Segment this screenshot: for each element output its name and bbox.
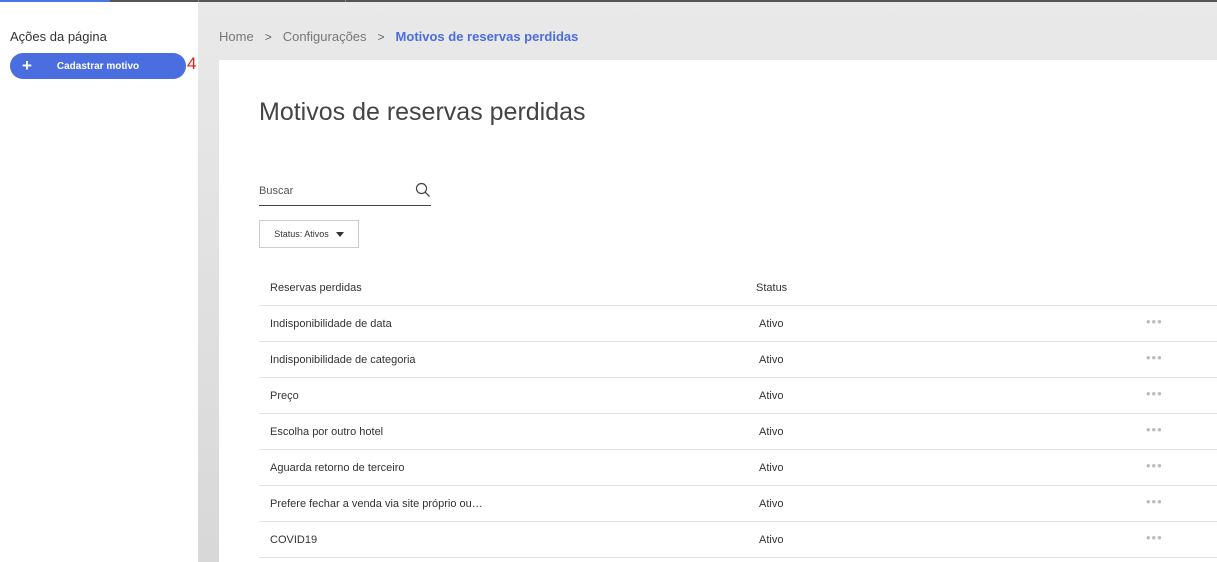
status-filter-dropdown[interactable]: Status: Ativos — [259, 220, 359, 248]
more-options-icon[interactable]: ••• — [1146, 494, 1163, 509]
table-row[interactable]: Indisponibilidade de data Ativo ••• — [259, 306, 1217, 342]
reason-name: Indisponibilidade de categoria — [270, 354, 416, 366]
reason-status: Ativo — [759, 354, 784, 366]
table-row[interactable]: Aguarda retorno de terceiro Ativo ••• — [259, 450, 1217, 486]
status-filter-label: Status: Ativos — [274, 229, 329, 239]
reason-name: Indisponibilidade de data — [270, 318, 392, 330]
reason-status: Ativo — [759, 462, 784, 474]
reason-name: COVID19 — [270, 534, 318, 546]
add-reason-button[interactable]: + Cadastrar motivo — [10, 53, 186, 79]
breadcrumb-separator: > — [264, 29, 272, 44]
add-reason-label: Cadastrar motivo — [56, 60, 140, 72]
breadcrumb-settings[interactable]: Configurações — [283, 29, 367, 44]
more-options-icon[interactable]: ••• — [1146, 386, 1163, 401]
table-row[interactable]: COVID19 Ativo ••• — [259, 522, 1217, 558]
reason-name: Preço — [270, 390, 299, 402]
table-row[interactable]: Indisponibilidade de categoria Ativo ••• — [259, 342, 1217, 378]
table-header: Reservas perdidas Status — [259, 270, 1217, 306]
search-icon[interactable] — [415, 182, 431, 198]
more-options-icon[interactable]: ••• — [1146, 350, 1163, 365]
reason-name: Escolha por outro hotel — [270, 426, 384, 438]
reasons-table: Reservas perdidas Status Indisponibilida… — [259, 270, 1217, 558]
main-area: Home > Configurações > Motivos de reserv… — [198, 2, 1217, 562]
breadcrumb-separator: > — [377, 29, 385, 44]
annotation-marker: 4 — [187, 54, 197, 73]
reason-name: Aguarda retorno de terceiro — [270, 462, 405, 474]
more-options-icon[interactable]: ••• — [1146, 458, 1163, 473]
column-header-status: Status — [756, 282, 788, 294]
column-header-reason: Reservas perdidas — [270, 282, 362, 294]
reason-status: Ativo — [759, 534, 784, 546]
sidebar-title: Ações da página — [10, 29, 107, 44]
search-box — [259, 180, 431, 206]
content-card: Motivos de reservas perdidas Status: Ati… — [219, 60, 1217, 562]
more-options-icon[interactable]: ••• — [1146, 530, 1163, 545]
more-options-icon[interactable]: ••• — [1146, 422, 1163, 437]
breadcrumb-home[interactable]: Home — [219, 29, 254, 44]
reason-status: Ativo — [759, 498, 784, 510]
breadcrumb-current: Motivos de reservas perdidas — [395, 29, 579, 44]
reason-status: Ativo — [759, 390, 784, 402]
breadcrumb: Home > Configurações > Motivos de reserv… — [219, 29, 578, 44]
caret-down-icon — [335, 231, 344, 237]
table-row[interactable]: Preço Ativo ••• — [259, 378, 1217, 414]
plus-icon: + — [22, 56, 32, 75]
table-row[interactable]: Prefere fechar a venda via site próprio … — [259, 486, 1217, 522]
reason-status: Ativo — [759, 426, 784, 438]
sidebar: Ações da página + Cadastrar motivo 4 — [0, 2, 198, 562]
search-input[interactable] — [259, 180, 399, 202]
page-title: Motivos de reservas perdidas — [259, 98, 586, 126]
table-row[interactable]: Escolha por outro hotel Ativo ••• — [259, 414, 1217, 450]
more-options-icon[interactable]: ••• — [1146, 314, 1163, 329]
reason-status: Ativo — [759, 318, 784, 330]
reason-name: Prefere fechar a venda via site próprio … — [270, 498, 483, 510]
